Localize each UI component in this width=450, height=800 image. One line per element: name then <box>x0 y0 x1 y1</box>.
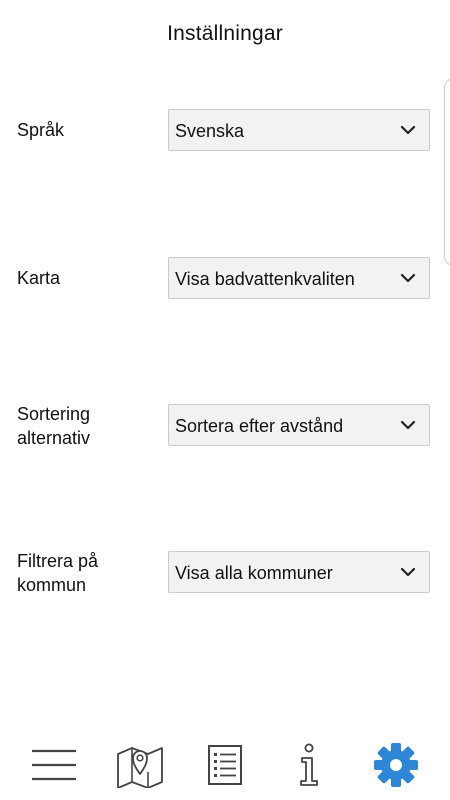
municipality-filter-select-value: Visa alla kommuner <box>175 563 333 583</box>
chevron-down-icon <box>400 567 416 577</box>
bottom-navigation <box>0 735 450 800</box>
language-select[interactable]: Svenska <box>168 109 430 151</box>
chevron-down-icon <box>400 125 416 135</box>
info-icon <box>300 743 318 786</box>
municipality-filter-label: Filtrera på kommun <box>17 551 99 595</box>
chevron-down-icon <box>400 273 416 283</box>
map-select[interactable]: Visa badvattenkvaliten <box>168 257 430 299</box>
menu-icon <box>32 749 76 781</box>
nav-settings-button[interactable] <box>366 735 426 795</box>
page-title: Inställningar <box>167 22 283 45</box>
municipality-filter-select[interactable]: Visa alla kommuner <box>168 551 430 593</box>
nav-list-button[interactable] <box>195 735 255 795</box>
nav-info-button[interactable] <box>279 735 339 795</box>
sorting-label: Sortering alternativ <box>17 404 91 448</box>
chevron-down-icon <box>400 420 416 430</box>
side-panel-tab[interactable] <box>444 78 450 266</box>
map-icon <box>117 747 163 788</box>
language-select-value: Svenska <box>175 121 245 141</box>
nav-menu-button[interactable] <box>24 735 84 795</box>
sorting-select-value: Sortera efter avstånd <box>175 416 344 436</box>
gear-icon <box>374 743 418 787</box>
list-icon <box>208 745 242 785</box>
map-select-value: Visa badvattenkvaliten <box>175 269 355 289</box>
sorting-select[interactable]: Sortera efter avstånd <box>168 404 430 446</box>
map-label: Karta <box>17 268 61 288</box>
language-label: Språk <box>17 120 65 140</box>
nav-map-button[interactable] <box>110 735 170 795</box>
